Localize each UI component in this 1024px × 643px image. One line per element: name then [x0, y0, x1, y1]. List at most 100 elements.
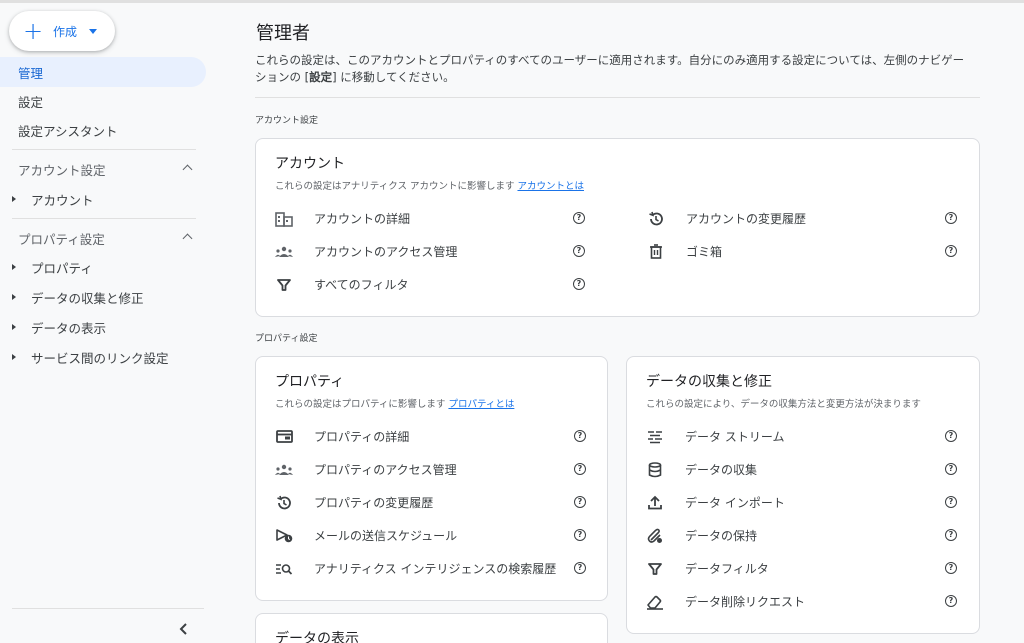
help-icon[interactable]: ?	[945, 430, 957, 442]
all-filters-row[interactable]: すべてのフィルタ	[275, 268, 408, 301]
chevron-up-icon	[182, 164, 193, 175]
card-subtitle: これらの設定はプロパティに影響します プロパティとは	[275, 396, 514, 410]
property-access-management-row[interactable]: プロパティのアクセス管理	[275, 453, 457, 486]
account-access-management-row[interactable]: アカウントのアクセス管理	[275, 235, 457, 268]
subtitle-text: これらの設定はプロパティに影響します	[275, 399, 446, 410]
desc-line2-post: ] に移動してください。	[332, 70, 455, 84]
expand-arrow-icon	[12, 294, 16, 300]
property-change-history-row[interactable]: プロパティの変更履歴	[275, 486, 433, 519]
divider	[12, 218, 196, 219]
subtitle-text: これらの設定はアナリティクス アカウントに影響します	[275, 181, 515, 192]
data-streams-row[interactable]: データ ストリーム	[646, 420, 784, 453]
page-title: 管理者	[256, 23, 310, 44]
sidebar-item-data-collection[interactable]: データの収集と修正	[0, 282, 206, 312]
desc-line2-bold: 設定	[309, 70, 333, 84]
account-change-history-row[interactable]: アカウントの変更履歴	[647, 202, 806, 235]
help-icon[interactable]: ?	[945, 245, 957, 257]
sidebar-item-label: プロパティ	[31, 260, 93, 276]
what-is-property-link[interactable]: プロパティとは	[448, 399, 514, 410]
row-label: データ インポート	[685, 496, 785, 510]
account-settings-heading: アカウント設定	[255, 116, 319, 126]
trash-row[interactable]: ゴミ箱	[647, 235, 722, 268]
data-retention-row[interactable]: データの保持	[646, 519, 757, 552]
divider	[12, 608, 204, 609]
divider	[12, 149, 196, 150]
sidebar-item-admin[interactable]: 管理	[0, 57, 206, 87]
history-icon	[275, 494, 293, 512]
create-button[interactable]: + 作成	[9, 11, 115, 51]
help-icon[interactable]: ?	[574, 430, 586, 442]
expand-arrow-icon	[12, 196, 16, 202]
help-icon[interactable]: ?	[573, 212, 585, 224]
help-icon[interactable]: ?	[945, 212, 957, 224]
sidebar-item-settings[interactable]: 設定	[0, 86, 206, 116]
sidebar-item-product-links[interactable]: サービス間のリンク設定	[0, 342, 206, 372]
row-label: メールの送信スケジュール	[314, 529, 458, 543]
help-icon[interactable]: ?	[945, 463, 957, 475]
row-label: アカウントの詳細	[314, 212, 411, 226]
account-card: アカウント これらの設定はアナリティクス アカウントに影響します アカウントとは …	[255, 138, 980, 317]
expand-arrow-icon	[12, 354, 16, 360]
card-title: プロパティ	[275, 374, 345, 390]
data-import-row[interactable]: データ インポート	[646, 486, 785, 519]
help-icon[interactable]: ?	[573, 245, 585, 257]
sidebar-section-account[interactable]: アカウント設定	[0, 154, 206, 184]
trash-icon	[647, 243, 665, 261]
eraser-icon	[646, 593, 664, 611]
sidebar-item-account[interactable]: アカウント	[0, 184, 206, 214]
row-label: データ ストリーム	[685, 430, 785, 444]
help-icon[interactable]: ?	[945, 595, 957, 607]
property-details-row[interactable]: プロパティの詳細	[275, 420, 409, 453]
help-icon[interactable]: ?	[574, 496, 586, 508]
row-label: データの収集	[685, 463, 758, 477]
property-details-icon	[275, 428, 293, 446]
sidebar-item-label: サービス間のリンク設定	[31, 350, 169, 366]
upload-icon	[646, 494, 664, 512]
sidebar-item-label: データの収集と修正	[31, 290, 144, 306]
help-icon[interactable]: ?	[945, 529, 957, 541]
help-icon[interactable]: ?	[574, 562, 586, 574]
account-details-row[interactable]: アカウントの詳細	[275, 202, 410, 235]
row-label: データの保持	[685, 529, 758, 543]
sidebar-item-label: データの表示	[31, 320, 107, 336]
help-icon[interactable]: ?	[945, 562, 957, 574]
card-title: データの表示	[275, 631, 359, 643]
sidebar-item-property[interactable]: プロパティ	[0, 252, 206, 282]
database-icon	[646, 461, 664, 479]
data-collection-card: データの収集と修正 これらの設定により、データの収集方法と変更方法が決まります …	[626, 356, 980, 634]
scheduled-email-icon	[275, 527, 293, 545]
row-label: データ削除リクエスト	[685, 595, 806, 609]
card-subtitle: これらの設定により、データの収集方法と変更方法が決まります	[646, 396, 921, 410]
history-icon	[647, 210, 665, 228]
row-label: ゴミ箱	[686, 245, 723, 259]
help-icon[interactable]: ?	[945, 496, 957, 508]
people-icon	[275, 461, 293, 479]
sidebar-item-setup-assistant[interactable]: 設定アシスタント	[0, 115, 206, 145]
collapse-sidebar-button[interactable]	[176, 621, 192, 637]
data-filters-row[interactable]: データフィルタ	[646, 552, 769, 585]
card-subtitle: これらの設定はアナリティクス アカウントに影響します アカウントとは	[275, 178, 584, 192]
data-collection-row[interactable]: データの収集	[646, 453, 757, 486]
scheduled-emails-row[interactable]: メールの送信スケジュール	[275, 519, 457, 552]
expand-arrow-icon	[12, 264, 16, 270]
subtitle-text: これらの設定により、データの収集方法と変更方法が決まります	[646, 399, 921, 410]
expand-arrow-icon	[12, 324, 16, 330]
row-label: アカウントのアクセス管理	[314, 245, 458, 259]
row-label: データフィルタ	[685, 562, 769, 576]
section-label: プロパティ設定	[18, 231, 105, 247]
sidebar-section-property[interactable]: プロパティ設定	[0, 223, 206, 253]
main-content: 管理者 これらの設定は、このアカウントとプロパティのすべてのユーザーに適用されま…	[255, 3, 980, 643]
intelligence-search-history-row[interactable]: アナリティクス インテリジェンスの検索履歴	[275, 552, 556, 585]
card-title: データの収集と修正	[646, 374, 772, 390]
sidebar-item-label: アカウント	[31, 192, 94, 208]
help-icon[interactable]: ?	[574, 529, 586, 541]
create-label: 作成	[53, 24, 78, 39]
sidebar-item-data-display[interactable]: データの表示	[0, 312, 206, 342]
card-title: アカウント	[275, 156, 345, 172]
data-display-card: データの表示	[255, 613, 608, 643]
help-icon[interactable]: ?	[574, 463, 586, 475]
row-label: アナリティクス インテリジェンスの検索履歴	[314, 562, 557, 576]
data-deletion-requests-row[interactable]: データ削除リクエスト	[646, 585, 805, 618]
what-is-account-link[interactable]: アカウントとは	[517, 181, 584, 192]
help-icon[interactable]: ?	[573, 278, 585, 290]
